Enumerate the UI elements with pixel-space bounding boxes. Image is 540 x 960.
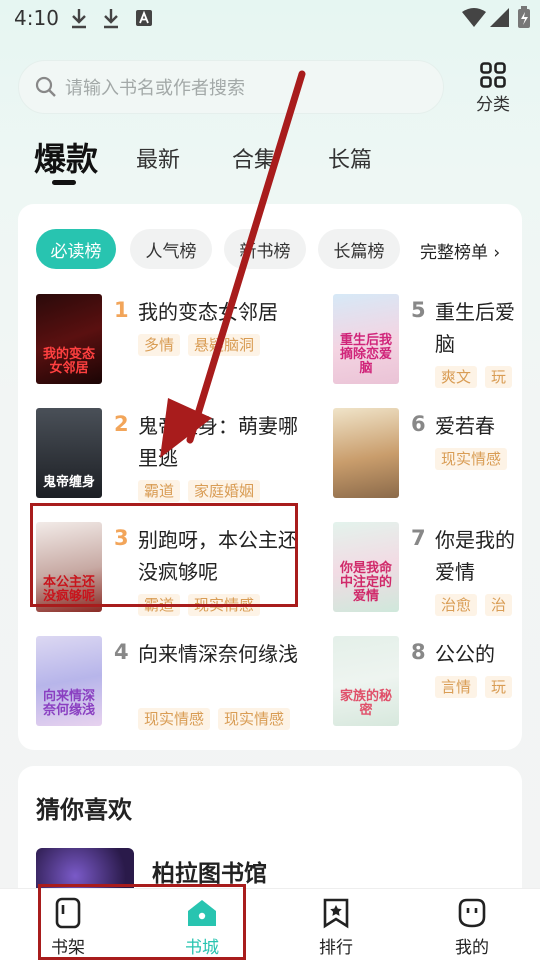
tag: 现实情感 (435, 448, 508, 470)
signal-icon (490, 8, 509, 27)
book-item[interactable]: 6 爱若春 现实情感 (333, 408, 522, 508)
tab-long[interactable]: 长篇 (328, 142, 372, 174)
book-cover: 我的变态女邻居 (36, 294, 102, 384)
tag: 治 (485, 594, 513, 616)
chip-long-books[interactable]: 长篇榜 (318, 229, 400, 269)
rank-number: 7 (411, 526, 426, 550)
guess-title: 猜你喜欢 (36, 796, 132, 824)
rank-number: 1 (114, 298, 129, 322)
chip-must-read[interactable]: 必读榜 (36, 229, 116, 269)
grid-icon (480, 62, 506, 88)
book-title: 向来情深奈何缘浅 (138, 642, 298, 666)
book-title: 你是我的爱情 (435, 528, 515, 584)
tag: 多情 (138, 334, 181, 356)
ranking-card: 必读榜 人气榜 新书榜 长篇榜 完整榜单 › 我的变态女邻居 1 我的变态女邻居… (18, 204, 522, 750)
cover-title: 家族的秘密 (339, 689, 392, 718)
tag: 玩 (485, 676, 513, 698)
book-tags: 现实情感 现实情感 (138, 708, 291, 730)
category-button[interactable]: 分类 (466, 62, 520, 115)
category-label: 分类 (476, 95, 510, 115)
book-title: 鬼帝缠身：萌妻哪里逃 (138, 414, 298, 470)
wifi-icon (462, 8, 486, 27)
book-title: 爱若春 (435, 414, 495, 438)
rank-number: 8 (411, 640, 426, 664)
book-item[interactable]: 你是我命中注定的爱情 7 你是我的爱情 治愈 治 (333, 522, 522, 622)
book-item[interactable]: 鬼帝缠身 2 鬼帝缠身：萌妻哪里逃 霸道 家庭婚姻 (36, 408, 298, 508)
search-icon (35, 76, 56, 97)
book-item[interactable]: 重生后我摘除恋爱脑 5 重生后爱脑 爽文 玩 (333, 294, 522, 394)
cover-title: 向来情深奈何缘浅 (42, 689, 95, 718)
annotation-highlight-box (30, 503, 298, 607)
chip-new-books[interactable]: 新书榜 (224, 229, 306, 269)
tag: 玩 (485, 366, 513, 388)
tag: 言情 (435, 676, 478, 698)
tab-latest[interactable]: 最新 (136, 142, 180, 174)
book-cover: 重生后我摘除恋爱脑 (333, 294, 399, 384)
search-bar[interactable]: 请输入书名或作者搜索 (18, 60, 444, 114)
cover-title: 重生后我摘除恋爱脑 (339, 333, 392, 376)
tag: 治愈 (435, 594, 478, 616)
full-ranking-label: 完整榜单 (420, 243, 488, 263)
book-title: 重生后爱脑 (435, 300, 515, 356)
cover-title: 我的变态女邻居 (42, 347, 95, 376)
chevron-right-icon: › (488, 243, 501, 263)
book-title: 公公的 (435, 642, 495, 666)
ranking-chips: 必读榜 人气榜 新书榜 长篇榜 完整榜单 › (36, 229, 522, 271)
status-time: 4:10 (14, 6, 59, 30)
book-tags: 爽文 玩 (435, 366, 513, 388)
book-item[interactable]: 向来情深奈何缘浅 4 向来情深奈何缘浅 现实情感 现实情感 (36, 636, 298, 736)
profile-icon (458, 898, 486, 928)
chip-popular[interactable]: 人气榜 (130, 229, 212, 269)
annotation-highlight-box (38, 884, 246, 960)
nav-label: 我的 (455, 938, 489, 958)
book-tags: 言情 玩 (435, 676, 513, 698)
book-tags: 治愈 治 (435, 594, 513, 616)
book-cover: 家族的秘密 (333, 636, 399, 726)
rank-number: 6 (411, 412, 426, 436)
a-notification-icon (136, 10, 152, 26)
book-item[interactable]: 家族的秘密 8 公公的 言情 玩 (333, 636, 522, 736)
book-cover: 鬼帝缠身 (36, 408, 102, 498)
rank-number: 2 (114, 412, 129, 436)
tag: 现实情感 (218, 708, 291, 730)
cover-title: 鬼帝缠身 (42, 475, 95, 490)
book-tags: 霸道 家庭婚姻 (138, 480, 261, 502)
book-cover: 向来情深奈何缘浅 (36, 636, 102, 726)
download-icon (104, 9, 118, 29)
tag: 家庭婚姻 (188, 480, 261, 502)
nav-profile[interactable]: 我的 (432, 897, 512, 958)
battery-icon (518, 6, 530, 28)
tag: 现实情感 (138, 708, 211, 730)
rank-number: 5 (411, 298, 426, 322)
download-icon (72, 9, 86, 29)
tab-hot[interactable]: 爆款 (34, 134, 98, 180)
rank-number: 4 (114, 640, 129, 664)
tag: 霸道 (138, 480, 181, 502)
book-cover (333, 408, 399, 498)
book-title: 我的变态女邻居 (138, 300, 278, 324)
book-tags: 多情 悬疑脑洞 (138, 334, 261, 356)
nav-ranking[interactable]: 排行 (296, 897, 376, 958)
ranking-icon (323, 898, 349, 929)
tab-collection[interactable]: 合集 (232, 142, 276, 174)
tab-indicator (52, 180, 76, 185)
book-tags: 现实情感 (435, 448, 508, 470)
search-placeholder: 请输入书名或作者搜索 (65, 78, 245, 99)
nav-label: 排行 (319, 938, 353, 958)
tag: 悬疑脑洞 (188, 334, 261, 356)
tag: 爽文 (435, 366, 478, 388)
full-ranking-link[interactable]: 完整榜单 › (420, 238, 500, 263)
cover-title: 你是我命中注定的爱情 (339, 561, 392, 604)
book-title[interactable]: 柏拉图书馆 (152, 854, 267, 888)
status-bar: 4:10 (0, 0, 540, 40)
book-item[interactable]: 我的变态女邻居 1 我的变态女邻居 多情 悬疑脑洞 (36, 294, 278, 394)
book-cover: 你是我命中注定的爱情 (333, 522, 399, 612)
